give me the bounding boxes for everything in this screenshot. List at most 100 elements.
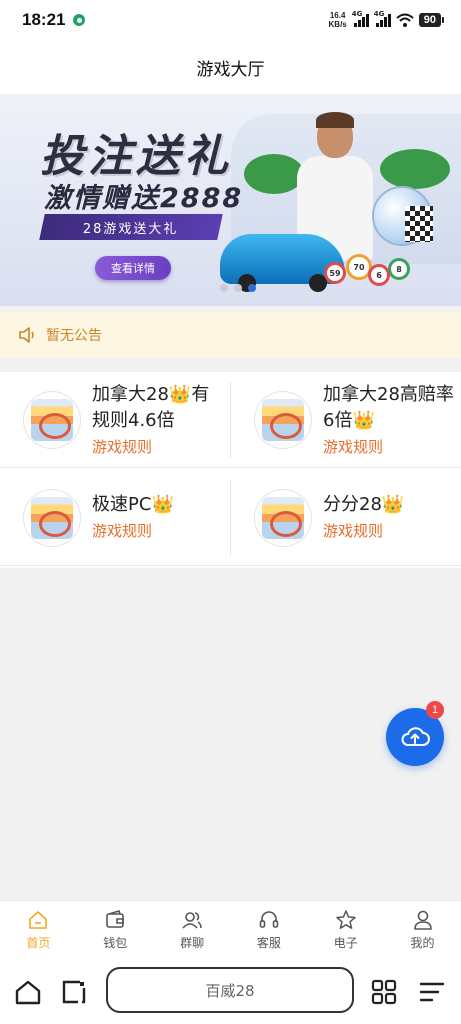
game-icon <box>24 490 80 546</box>
game-name-text: 极速PC <box>92 494 152 515</box>
person-hair <box>316 112 354 128</box>
signal-bar <box>365 14 369 27</box>
banner-ribbon-text: 28游戏送大礼 <box>83 221 179 237</box>
tab-label: 我的 <box>410 935 435 950</box>
user-icon <box>413 910 432 930</box>
crown-icon: 👑 <box>168 384 192 405</box>
speaker-icon <box>19 327 34 343</box>
tab-wallet[interactable]: 钱包 <box>77 901 154 958</box>
announcement-text: 暂无公告 <box>46 328 102 344</box>
tab-electronic[interactable]: 电子 <box>307 901 384 958</box>
game-row: 加拿大28👑有规则4.6倍 游戏规则 加拿大28高赔率6倍👑 游戏规则 <box>0 372 461 468</box>
tab-profile[interactable]: 我的 <box>384 901 461 958</box>
tab-label: 群聊 <box>180 935 205 950</box>
page-header: 游戏大厅 <box>0 40 461 94</box>
game-name-text: 加拿大28 <box>92 384 169 405</box>
lottery-ball: 6 <box>368 264 390 286</box>
home-icon <box>29 910 48 929</box>
game-row: 极速PC👑 游戏规则 分分28👑 游戏规则 <box>0 470 461 566</box>
tab-group-chat[interactable]: 群聊 <box>154 901 231 958</box>
game-rules-link[interactable]: 游戏规则 <box>323 520 383 541</box>
lottery-ball: 59 <box>324 262 346 284</box>
game-icon <box>24 392 80 448</box>
wifi-icon <box>396 13 414 27</box>
signal-bar <box>379 20 383 27</box>
tabs-icon[interactable] <box>60 978 88 1006</box>
star-icon <box>335 909 356 929</box>
game-name: 极速PC👑 <box>92 492 224 518</box>
network-speed: 16.4 KB/s <box>329 11 347 29</box>
game-icon <box>255 490 311 546</box>
tab-label: 客服 <box>256 935 281 950</box>
ferris-wheel-icon <box>31 399 73 441</box>
cloud-upload-icon <box>401 727 430 746</box>
game-name-text: 分分28 <box>323 494 382 515</box>
game-list: 加拿大28👑有规则4.6倍 游戏规则 加拿大28高赔率6倍👑 游戏规则 极速PC… <box>0 372 461 568</box>
apps-grid-icon[interactable] <box>370 978 398 1006</box>
game-name: 加拿大28高赔率6倍👑 <box>323 382 455 434</box>
banner-subtitle: 激情赠送2888 <box>44 183 244 214</box>
signal-2-label: 4G <box>373 10 385 18</box>
home-icon[interactable] <box>14 978 42 1006</box>
game-item-canada28[interactable]: 加拿大28👑有规则4.6倍 游戏规则 <box>0 372 230 468</box>
game-name: 加拿大28👑有规则4.6倍 <box>92 382 224 434</box>
network-speed-value: 16.4 <box>329 11 346 20</box>
ferris-wheel-icon <box>31 497 73 539</box>
group-chat-icon <box>182 911 202 929</box>
banner-title: 投注送礼 <box>40 131 232 182</box>
lottery-ball: 8 <box>388 258 410 280</box>
status-bar: 18:21 16.4 KB/s 4G 4G 90 <box>0 0 461 40</box>
ferris-wheel-icon <box>262 399 304 441</box>
tab-label: 首页 <box>26 935 51 950</box>
battery-indicator: 90 <box>418 13 445 27</box>
tab-label: 钱包 <box>103 935 128 950</box>
game-item-canada28-high[interactable]: 加拿大28高赔率6倍👑 游戏规则 <box>231 372 461 468</box>
game-name: 分分28👑 <box>323 492 455 518</box>
headset-icon <box>259 910 279 928</box>
signal-1-label: 4G <box>351 10 363 18</box>
signal-bar <box>375 23 379 27</box>
page-title: 游戏大厅 <box>196 59 265 80</box>
tab-label: 电子 <box>333 935 358 950</box>
signal-bar <box>353 23 357 27</box>
game-item-speed-pc[interactable]: 极速PC👑 游戏规则 <box>0 470 230 566</box>
bottom-tab-bar: 首页 钱包 群聊 客服 电子 我的 <box>0 900 461 958</box>
crown-icon: 👑 <box>352 410 375 431</box>
location-dot-icon <box>73 14 86 26</box>
tab-customer-service[interactable]: 客服 <box>230 901 307 958</box>
carousel-indicator <box>14 284 461 292</box>
checkered-flag-icon <box>405 206 433 242</box>
game-icon <box>255 392 311 448</box>
network-speed-unit: KB/s <box>328 20 347 29</box>
status-indicators: 16.4 KB/s 4G 4G 90 <box>329 10 445 29</box>
announcement-bar[interactable]: 暂无公告 <box>0 312 461 358</box>
game-rules-link[interactable]: 游戏规则 <box>92 436 152 457</box>
address-bar[interactable]: 百威28 <box>106 967 354 1013</box>
carousel-dot[interactable] <box>219 284 228 292</box>
crown-icon: 👑 <box>381 494 405 515</box>
carousel-dot-active[interactable] <box>247 284 256 292</box>
wallet-icon <box>106 909 125 928</box>
signal-icon: 4G <box>373 10 391 27</box>
banner-ribbon: 28游戏送大礼 <box>39 214 223 240</box>
game-rules-link[interactable]: 游戏规则 <box>92 520 152 541</box>
game-rules-link[interactable]: 游戏规则 <box>323 436 383 457</box>
carousel-dot[interactable] <box>233 284 242 292</box>
tab-home[interactable]: 首页 <box>0 901 77 958</box>
game-item-fenfen28[interactable]: 分分28👑 游戏规则 <box>231 470 461 566</box>
notification-badge: 1 <box>426 701 444 719</box>
status-time: 18:21 <box>22 10 66 29</box>
signal-bar <box>387 14 391 27</box>
crown-icon: 👑 <box>151 494 174 515</box>
menu-icon[interactable] <box>418 978 446 1006</box>
palm-tree-icon <box>380 149 450 189</box>
signal-bar <box>383 17 387 27</box>
signal-icon: 4G <box>351 10 369 27</box>
promo-banner[interactable]: 投注送礼 激情赠送2888 28游戏送大礼 查看详情 59 70 6 8 <box>0 94 461 306</box>
ferris-wheel-icon <box>262 497 304 539</box>
view-details-button[interactable]: 查看详情 <box>95 256 171 280</box>
browser-nav-bar: 百威28 <box>0 958 461 1024</box>
game-name-text: 加拿大28高赔率6倍 <box>323 384 454 431</box>
signal-bar <box>361 17 365 27</box>
signal-bar <box>357 20 361 27</box>
